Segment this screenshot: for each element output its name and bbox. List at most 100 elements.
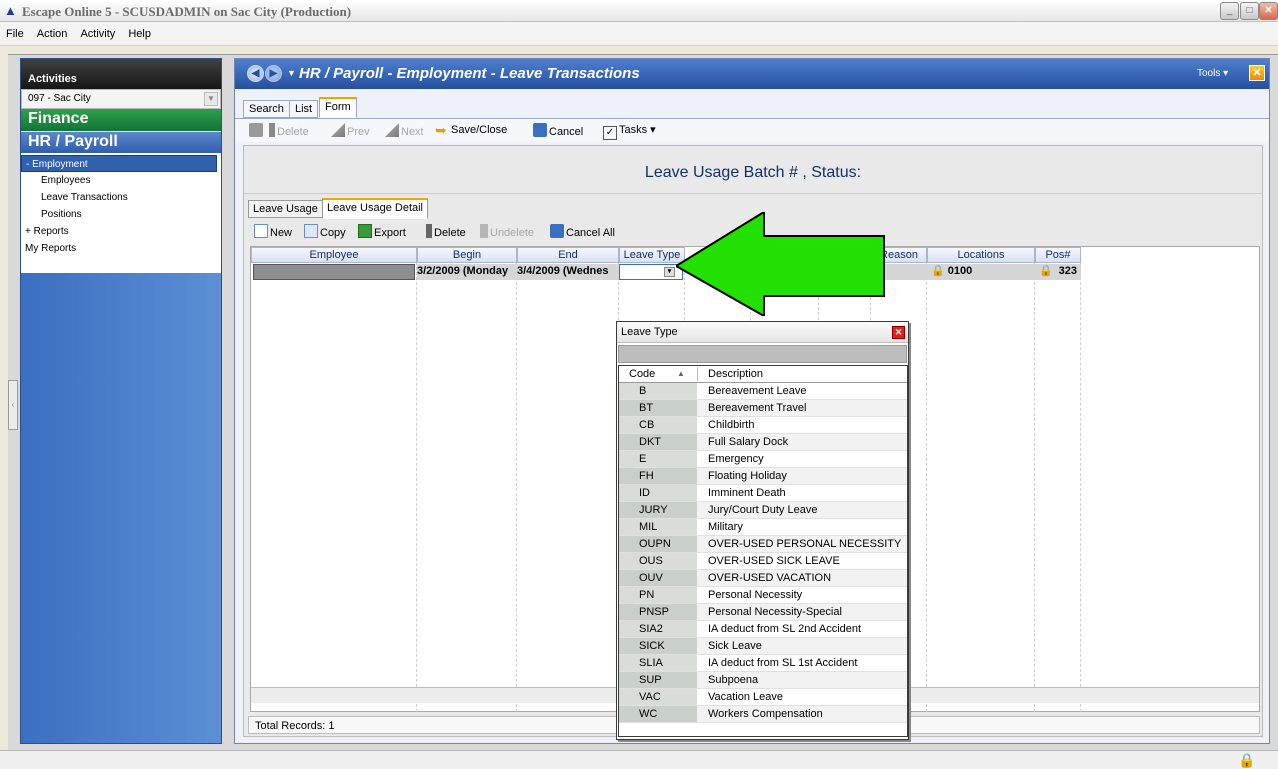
column-header-employee[interactable]: Employee: [251, 247, 417, 263]
maximize-button[interactable]: □: [1240, 2, 1259, 20]
list-item[interactable]: PNSP Personal Necessity-Special: [619, 604, 907, 621]
save-close-button[interactable]: ➥ Save/Close: [435, 123, 507, 139]
list-item[interactable]: SLIA IA deduct from SL 1st Accident: [619, 655, 907, 672]
end-cell[interactable]: 3/4/2009 (Wednes: [517, 264, 619, 280]
popup-search-input[interactable]: [618, 345, 907, 363]
list-item[interactable]: B Bereavement Leave: [619, 383, 907, 400]
tree-item-my-reports[interactable]: My Reports: [21, 240, 221, 257]
list-item[interactable]: ID Imminent Death: [619, 485, 907, 502]
column-header-pos[interactable]: Pos#: [1035, 247, 1081, 263]
tab-form[interactable]: Form: [319, 97, 357, 118]
delete-button[interactable]: Delete: [269, 123, 309, 139]
tools-menu[interactable]: Tools ▾: [1197, 68, 1228, 79]
close-icon[interactable]: ✕: [892, 326, 905, 339]
list-item[interactable]: DKT Full Salary Dock: [619, 434, 907, 451]
column-header-locations[interactable]: Locations: [927, 247, 1035, 263]
sidebar-item-hr-payroll[interactable]: HR / Payroll: [21, 131, 221, 153]
list-item[interactable]: OUV OVER-USED VACATION: [619, 570, 907, 587]
menu-bar: File Action Activity Help: [0, 22, 1278, 46]
list-item[interactable]: PN Personal Necessity: [619, 587, 907, 604]
column-header-description[interactable]: Description: [708, 368, 763, 380]
leave-description: Emergency: [697, 451, 907, 467]
next-button[interactable]: Next: [385, 123, 424, 139]
next-icon: [385, 123, 399, 137]
list-item[interactable]: VAC Vacation Leave: [619, 689, 907, 706]
column-header-code[interactable]: Code: [629, 368, 655, 380]
sidebar-tree: - Employment Employees Leave Transaction…: [21, 153, 221, 273]
begin-cell[interactable]: 3/2/2009 (Monday: [417, 264, 517, 280]
export-button[interactable]: Export: [358, 224, 406, 240]
column-header-begin[interactable]: Begin: [417, 247, 517, 263]
list-item[interactable]: SUP Subpoena: [619, 672, 907, 689]
cancel-button[interactable]: Cancel: [533, 123, 583, 139]
forward-arrow-icon[interactable]: ▶: [265, 65, 282, 82]
minimize-button[interactable]: _: [1220, 2, 1239, 20]
sort-ascending-icon: ▲: [677, 369, 685, 378]
sidebar-item-finance[interactable]: Finance: [21, 109, 221, 131]
back-arrow-icon[interactable]: ◀: [247, 65, 264, 82]
leave-code: MIL: [619, 519, 697, 535]
column-header-end[interactable]: End: [517, 247, 619, 263]
sidebar-splitter-handle[interactable]: ‹: [8, 380, 18, 430]
popup-title-bar: Leave Type ✕: [617, 322, 908, 343]
leave-description: Bereavement Leave: [697, 383, 907, 399]
history-dropdown-icon[interactable]: ▼: [287, 68, 296, 78]
leave-description: IA deduct from SL 2nd Accident: [697, 621, 907, 637]
lookup-dropdown-icon[interactable]: ▾: [664, 267, 675, 277]
list-item[interactable]: MIL Military: [619, 519, 907, 536]
district-select[interactable]: 097 - Sac City ▼: [21, 89, 221, 109]
leave-code: SLIA: [619, 655, 697, 671]
tree-item-employees[interactable]: Employees: [21, 172, 221, 189]
leave-code: FH: [619, 468, 697, 484]
view-tabs: Search List Form: [235, 97, 1269, 118]
locations-cell[interactable]: 🔒 0100: [927, 264, 1035, 280]
menu-file[interactable]: File: [0, 22, 28, 40]
undelete-button[interactable]: Undelete: [480, 224, 534, 240]
copy-icon: [304, 224, 318, 238]
close-panel-icon[interactable]: ✕: [1249, 65, 1265, 81]
tasks-button[interactable]: ✓ Tasks ▾: [603, 123, 656, 140]
list-item[interactable]: E Emergency: [619, 451, 907, 468]
chevron-down-icon[interactable]: ▼: [204, 92, 218, 106]
leave-code: SICK: [619, 638, 697, 654]
leave-code: PN: [619, 587, 697, 603]
list-item[interactable]: SICK Sick Leave: [619, 638, 907, 655]
copy-button[interactable]: Copy: [304, 224, 346, 240]
employee-cell[interactable]: [253, 264, 415, 280]
cancel-all-button[interactable]: Cancel All: [550, 224, 615, 240]
leave-type-input[interactable]: ▾: [619, 264, 683, 280]
list-item[interactable]: JURY Jury/Court Duty Leave: [619, 502, 907, 519]
list-item[interactable]: BT Bereavement Travel: [619, 400, 907, 417]
list-item[interactable]: SIA2 IA deduct from SL 2nd Accident: [619, 621, 907, 638]
tree-item-leave-transactions[interactable]: Leave Transactions: [21, 189, 221, 206]
close-window-button[interactable]: ✕: [1259, 2, 1278, 20]
leave-code: VAC: [619, 689, 697, 705]
leave-description: OVER-USED SICK LEAVE: [697, 553, 907, 569]
menu-action[interactable]: Action: [31, 22, 72, 40]
tab-leave-usage-detail[interactable]: Leave Usage Detail: [322, 198, 429, 219]
list-item[interactable]: WC Workers Compensation: [619, 706, 907, 723]
leave-description: Vacation Leave: [697, 689, 907, 705]
prev-button[interactable]: Prev: [331, 123, 370, 139]
menu-help[interactable]: Help: [122, 22, 155, 40]
leave-code: OUPN: [619, 536, 697, 552]
tab-leave-usage[interactable]: Leave Usage: [248, 200, 323, 218]
pos-cell[interactable]: 🔒 323: [1035, 264, 1081, 280]
tab-list[interactable]: List: [289, 100, 319, 118]
delete-row-button[interactable]: Delete: [426, 224, 466, 240]
tree-item-employment[interactable]: - Employment: [21, 155, 217, 172]
tab-search[interactable]: Search: [243, 100, 290, 118]
list-item[interactable]: OUPN OVER-USED PERSONAL NECESSITY: [619, 536, 907, 553]
app-logo-icon: ▲: [4, 3, 17, 18]
leave-code: JURY: [619, 502, 697, 518]
list-item[interactable]: FH Floating Holiday: [619, 468, 907, 485]
list-item[interactable]: OUS OVER-USED SICK LEAVE: [619, 553, 907, 570]
list-item[interactable]: CB Childbirth: [619, 417, 907, 434]
menu-activity[interactable]: Activity: [74, 22, 119, 40]
tree-item-positions[interactable]: Positions: [21, 206, 221, 223]
leave-description: Imminent Death: [697, 485, 907, 501]
prev-icon: [331, 123, 345, 137]
tree-item-reports[interactable]: + Reports: [21, 223, 221, 240]
new-button[interactable]: New: [254, 224, 292, 240]
list-header: Code ▲ Description: [619, 366, 907, 383]
